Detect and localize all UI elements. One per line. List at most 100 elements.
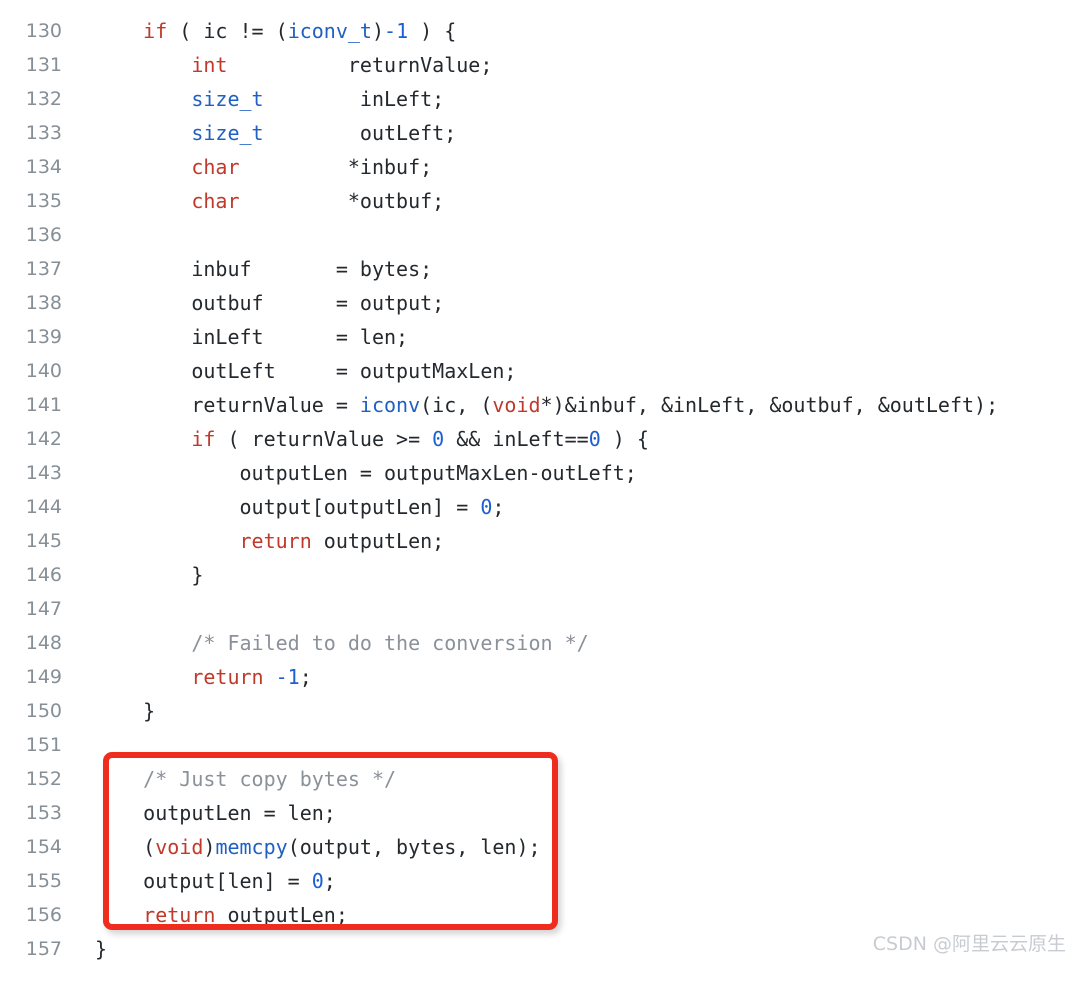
code-line-partial: 158 xyxy=(0,956,1080,986)
token-typ: size_t xyxy=(191,121,264,145)
code-line[interactable]: 134 char *inbuf; xyxy=(0,150,1080,184)
line-number: 155 xyxy=(25,870,62,892)
code-line[interactable]: 151 xyxy=(0,728,1080,762)
clipped-bottom-line: 158 xyxy=(0,956,1080,986)
line-number: 139 xyxy=(25,326,62,348)
line-number: 143 xyxy=(25,462,62,484)
line-number: 149 xyxy=(25,666,62,688)
line-number: 135 xyxy=(25,190,62,212)
code-line[interactable]: 130 if ( ic != (iconv_t)-1 ) { xyxy=(0,14,1080,48)
token-kw: if xyxy=(191,427,216,451)
token-plain: ) xyxy=(371,19,385,43)
token-num: 0 xyxy=(432,427,445,451)
code-line[interactable]: 131 int returnValue; xyxy=(0,48,1080,82)
code-line[interactable]: 140 outLeft = outputMaxLen; xyxy=(0,354,1080,388)
line-number: 146 xyxy=(25,564,62,586)
line-content: /* Failed to do the conversion */ xyxy=(95,626,589,660)
line-number: 141 xyxy=(25,394,62,416)
code-line[interactable]: 156 return outputLen; xyxy=(0,898,1080,932)
code-line-partial: 129 xyxy=(0,0,1080,12)
line-content: } xyxy=(95,694,155,728)
clipped-top-line: 129 xyxy=(0,0,1080,12)
token-plain: outputLen; xyxy=(311,529,445,553)
line-content: /* Just copy bytes */ xyxy=(95,762,396,796)
line-number: 134 xyxy=(25,156,62,178)
code-line[interactable]: 137 inbuf = bytes; xyxy=(0,252,1080,286)
token-plain: ; xyxy=(492,495,505,519)
code-line[interactable]: 153 outputLen = len; xyxy=(0,796,1080,830)
token-num: -1 xyxy=(384,19,409,43)
line-number: 156 xyxy=(25,904,62,926)
code-line[interactable]: 138 outbuf = output; xyxy=(0,286,1080,320)
token-plain: ; xyxy=(299,665,312,689)
line-number: 140 xyxy=(25,360,62,382)
code-line[interactable]: 155 output[len] = 0; xyxy=(0,864,1080,898)
csdn-watermark: CSDN @阿里云云原生 xyxy=(872,933,1066,955)
line-number: 133 xyxy=(25,122,62,144)
line-number: 136 xyxy=(25,224,62,246)
code-line[interactable]: 146 } xyxy=(0,558,1080,592)
line-content: int returnValue; xyxy=(95,48,492,82)
line-content: inbuf = bytes; xyxy=(95,252,432,286)
code-line[interactable]: 148 /* Failed to do the conversion */ xyxy=(0,626,1080,660)
token-typ: memcpy xyxy=(215,835,288,859)
token-kw: void xyxy=(155,835,204,859)
code-line[interactable]: 143 outputLen = outputMaxLen-outLeft; xyxy=(0,456,1080,490)
line-content: (void)memcpy(output, bytes, len); xyxy=(95,830,541,864)
code-line[interactable]: 154 (void)memcpy(output, bytes, len); xyxy=(0,830,1080,864)
token-kw: void xyxy=(492,393,541,417)
code-line[interactable]: 141 returnValue = iconv(ic, (void*)&inbu… xyxy=(0,388,1080,422)
code-line[interactable]: 145 return outputLen; xyxy=(0,524,1080,558)
code-line[interactable]: 135 char *outbuf; xyxy=(0,184,1080,218)
token-plain: outputLen = len; xyxy=(95,801,336,825)
token-num: 0 xyxy=(480,495,493,519)
token-plain: output[len] = xyxy=(95,869,312,893)
line-content: returnValue = iconv(ic, (void*)&inbuf, &… xyxy=(95,388,998,422)
token-plain: inLeft = len; xyxy=(95,325,409,349)
line-content: if ( returnValue >= 0 && inLeft==0 ) { xyxy=(95,422,649,456)
code-line[interactable]: 152 /* Just copy bytes */ xyxy=(0,762,1080,796)
code-line[interactable]: 150 } xyxy=(0,694,1080,728)
code-line[interactable]: 144 output[outputLen] = 0; xyxy=(0,490,1080,524)
code-line[interactable]: 142 if ( returnValue >= 0 && inLeft==0 )… xyxy=(0,422,1080,456)
line-number: 132 xyxy=(25,88,62,110)
token-plain: *)&inbuf, &inLeft, &outbuf, &outLeft); xyxy=(540,393,999,417)
token-plain: && inLeft== xyxy=(444,427,589,451)
code-line[interactable]: 149 return -1; xyxy=(0,660,1080,694)
line-number: 142 xyxy=(25,428,62,450)
code-line[interactable]: 136 xyxy=(0,218,1080,252)
code-line[interactable]: 139 inLeft = len; xyxy=(0,320,1080,354)
token-plain: } xyxy=(95,699,156,723)
line-number: 150 xyxy=(25,700,62,722)
code-line[interactable]: 147 xyxy=(0,592,1080,626)
token-plain: *outbuf; xyxy=(239,189,445,213)
token-cmt: /* Failed to do the conversion */ xyxy=(191,631,589,655)
line-number: 153 xyxy=(25,802,62,824)
token-kw: char xyxy=(191,155,240,179)
code-viewer[interactable]: 129 130 if ( ic != (iconv_t)-1 ) {131 in… xyxy=(0,0,1080,970)
token-plain: (output, bytes, len); xyxy=(287,835,541,859)
code-line[interactable]: 133 size_t outLeft; xyxy=(0,116,1080,150)
token-plain: ) xyxy=(203,835,216,859)
line-number: 147 xyxy=(25,598,62,620)
line-number: 144 xyxy=(25,496,62,518)
line-number: 130 xyxy=(25,20,62,42)
line-number: 137 xyxy=(25,258,62,280)
token-cmt: /* Just copy bytes */ xyxy=(143,767,397,791)
code-line[interactable]: 132 size_t inLeft; xyxy=(0,82,1080,116)
token-plain: ( xyxy=(95,835,156,859)
token-plain: output[outputLen] = xyxy=(95,495,481,519)
token-plain: ( returnValue >= xyxy=(215,427,433,451)
token-plain: ) { xyxy=(408,19,457,43)
line-number: 148 xyxy=(25,632,62,654)
token-plain: } xyxy=(95,563,204,587)
